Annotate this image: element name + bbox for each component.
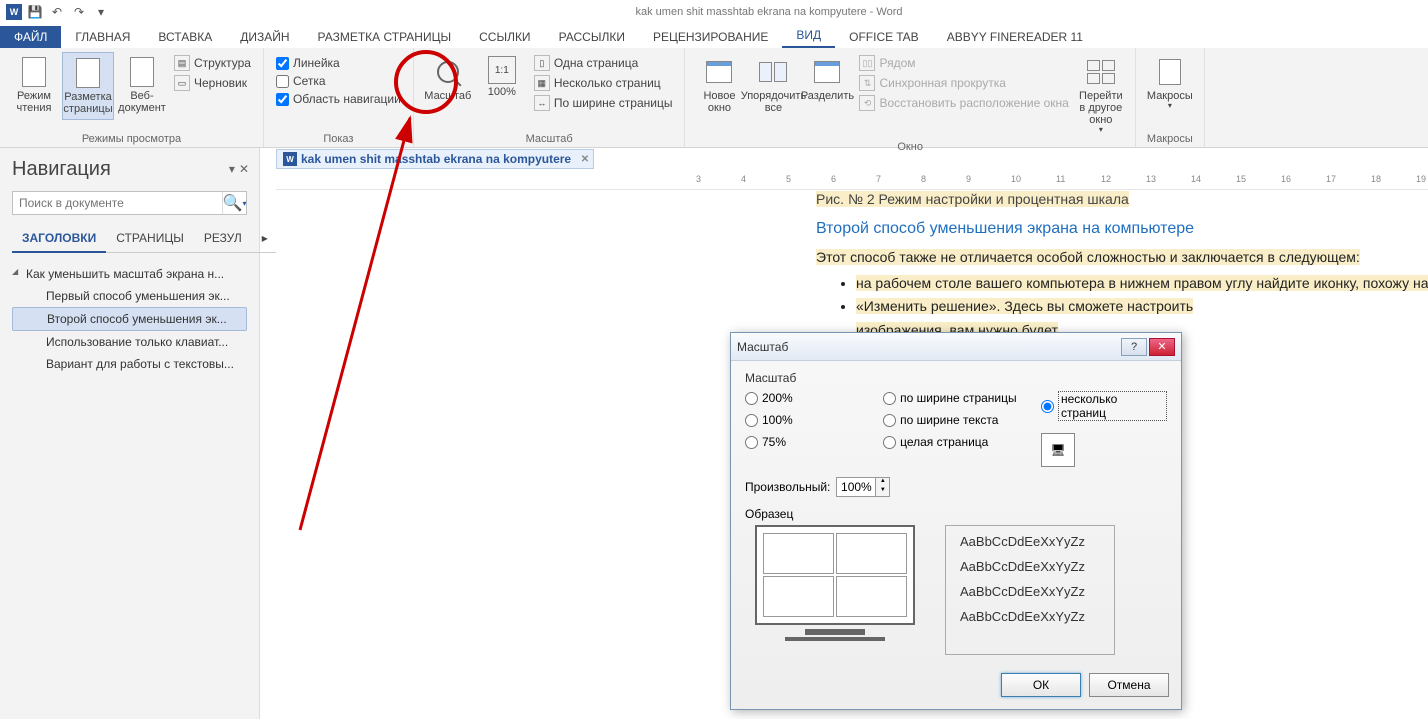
arrange-all-button[interactable]: Упорядочить все [747, 52, 799, 118]
custom-zoom-label: Произвольный: [745, 480, 830, 494]
magnifier-icon [437, 61, 459, 83]
tab-view[interactable]: ВИД [782, 24, 835, 48]
nav-item-3[interactable]: Использование только клавиат... [12, 331, 247, 353]
tab-design[interactable]: ДИЗАЙН [226, 26, 303, 48]
spin-up[interactable]: ▲ [875, 478, 889, 487]
qat-save[interactable]: 💾 [26, 3, 44, 21]
monitor-icon: 🖥 [1050, 443, 1065, 457]
tab-mailings[interactable]: РАССЫЛКИ [545, 26, 639, 48]
cancel-button[interactable]: Отмена [1089, 673, 1169, 697]
reset-position-button[interactable]: ⟲Восстановить расположение окна [855, 94, 1072, 112]
one-page-button[interactable]: ▯Одна страница [530, 54, 677, 72]
sample-label: Образец [745, 507, 1167, 521]
ok-button[interactable]: ОК [1001, 673, 1081, 697]
doc-li2: «Изменить решение». Здесь вы сможете нас… [856, 298, 1193, 314]
dialog-title-bar[interactable]: Масштаб ? ✕ [731, 333, 1181, 361]
tab-abbyy[interactable]: ABBYY FineReader 11 [933, 26, 1097, 48]
title-bar: W 💾 ↶ ↷ ▾ kak umen shit masshtab ekrana … [0, 0, 1428, 24]
tab-home[interactable]: ГЛАВНАЯ [61, 26, 144, 48]
macros-group-label: Макросы [1144, 131, 1196, 145]
navpane-dropdown[interactable]: ▾ [229, 162, 235, 176]
tab-insert[interactable]: ВСТАВКА [144, 26, 226, 48]
navtab-pages[interactable]: СТРАНИЦЫ [106, 225, 194, 253]
qat-customize[interactable]: ▾ [92, 3, 110, 21]
new-window-button[interactable]: Новое окно [693, 52, 745, 118]
zoom-group-label: Масштаб [422, 131, 677, 145]
navigation-title: Навигация [12, 158, 247, 181]
macros-button[interactable]: Макросы▾ [1144, 52, 1196, 115]
split-button[interactable]: Разделить [801, 52, 853, 106]
search-icon[interactable]: 🔍▾ [222, 192, 246, 214]
navtab-headings[interactable]: ЗАГОЛОВКИ [12, 225, 106, 253]
zoom-legend: Масштаб [745, 371, 1167, 385]
qat-undo[interactable]: ↶ [48, 3, 66, 21]
radio-100[interactable]: 100% [745, 413, 883, 427]
spin-down[interactable]: ▼ [875, 487, 889, 496]
show-group-label: Показ [272, 131, 405, 145]
document-tab-bar: W kak umen shit masshtab ekrana na kompy… [276, 148, 594, 170]
doc-caption: Рис. № 2 Режим настройки и процентная шк… [816, 191, 1129, 207]
search-input[interactable] [13, 192, 222, 214]
document-tab[interactable]: W kak umen shit masshtab ekrana na kompy… [276, 149, 594, 169]
side-by-side-button[interactable]: ▯▯Рядом [855, 54, 1072, 72]
views-group-label: Режимы просмотра [8, 131, 255, 145]
sync-scroll-button[interactable]: ⇅Синхронная прокрутка [855, 74, 1072, 92]
draft-button[interactable]: ▭Черновик [170, 74, 255, 92]
navtab-more[interactable]: ▸ [252, 225, 278, 253]
read-mode-button[interactable]: Режим чтения [8, 52, 60, 118]
nav-search[interactable]: 🔍▾ [12, 191, 247, 215]
sample-text-box: AaBbCcDdEeXxYyZz AaBbCcDdEeXxYyZz AaBbCc… [945, 525, 1115, 655]
close-tab-icon[interactable]: ✕ [581, 154, 589, 165]
page-width-button[interactable]: ↔По ширине страницы [530, 94, 677, 112]
zoom-dialog: Масштаб ? ✕ Масштаб 200% 100% 75% по шир… [730, 332, 1182, 710]
custom-zoom-input[interactable] [837, 478, 875, 496]
outline-button[interactable]: ▤Структура [170, 54, 255, 72]
zoom-button[interactable]: Масштаб [422, 52, 474, 106]
horizontal-ruler[interactable]: 345678910111213141516171819202122 [276, 172, 1428, 190]
doc-li1: на рабочем столе вашего компьютера в ниж… [856, 275, 1428, 291]
qat-redo[interactable]: ↷ [70, 3, 88, 21]
nav-item-2[interactable]: Второй способ уменьшения эк... [12, 307, 247, 331]
nav-item-4[interactable]: Вариант для работы с текстовы... [12, 353, 247, 375]
doc-heading: Второй способ уменьшения экрана на компь… [816, 218, 1428, 240]
ribbon: Режим чтения Разметка страницы Веб-докум… [0, 48, 1428, 148]
multi-page-button[interactable]: ▦Несколько страниц [530, 74, 677, 92]
switch-window-button[interactable]: Перейти в другое окно▾ [1075, 52, 1127, 139]
print-layout-button[interactable]: Разметка страницы [62, 52, 114, 120]
ruler-checkbox[interactable]: Линейка [276, 56, 401, 70]
navigation-pane: Навигация ▾ ✕ 🔍▾ ЗАГОЛОВКИ СТРАНИЦЫ РЕЗУ… [0, 148, 260, 719]
tab-layout[interactable]: РАЗМЕТКА СТРАНИЦЫ [304, 26, 466, 48]
radio-text-width[interactable]: по ширине текста [883, 413, 1041, 427]
nav-item-root[interactable]: Как уменьшить масштаб экрана н... [12, 263, 247, 285]
zoom-100-button[interactable]: 1:1100% [476, 52, 528, 102]
dialog-title: Масштаб [737, 340, 1119, 354]
radio-200[interactable]: 200% [745, 391, 883, 405]
tab-review[interactable]: РЕЦЕНЗИРОВАНИЕ [639, 26, 782, 48]
radio-page-width[interactable]: по ширине страницы [883, 391, 1041, 405]
navtab-results[interactable]: РЕЗУЛ [194, 225, 252, 253]
word-doc-icon: W [283, 152, 297, 166]
tab-references[interactable]: ССЫЛКИ [465, 26, 544, 48]
radio-many-pages[interactable]: несколько страниц [1041, 391, 1167, 421]
navpane-close[interactable]: ✕ [239, 162, 249, 176]
web-layout-button[interactable]: Веб-документ [116, 52, 168, 118]
doc-p1: Этот способ также не отличается особой с… [816, 249, 1360, 265]
navpane-checkbox[interactable]: Область навигации [276, 92, 401, 106]
window-title: kak umen shit masshtab ekrana na kompyut… [110, 6, 1428, 18]
dialog-help-icon[interactable]: ? [1121, 338, 1147, 356]
tab-file[interactable]: ФАЙЛ [0, 26, 61, 48]
many-pages-picker[interactable]: 🖥 [1041, 433, 1075, 467]
sample-monitor [745, 525, 925, 655]
radio-75[interactable]: 75% [745, 435, 883, 449]
window-group-label: Окно [693, 139, 1126, 153]
nav-item-1[interactable]: Первый способ уменьшения эк... [12, 285, 247, 307]
radio-whole-page[interactable]: целая страница [883, 435, 1041, 449]
word-icon: W [6, 4, 22, 20]
custom-zoom-spinner[interactable]: ▲▼ [836, 477, 890, 497]
tab-office[interactable]: OFFICE TAB [835, 26, 933, 48]
grid-checkbox[interactable]: Сетка [276, 74, 401, 88]
dialog-close-icon[interactable]: ✕ [1149, 338, 1175, 356]
ribbon-tabs: ФАЙЛ ГЛАВНАЯ ВСТАВКА ДИЗАЙН РАЗМЕТКА СТР… [0, 24, 1428, 48]
